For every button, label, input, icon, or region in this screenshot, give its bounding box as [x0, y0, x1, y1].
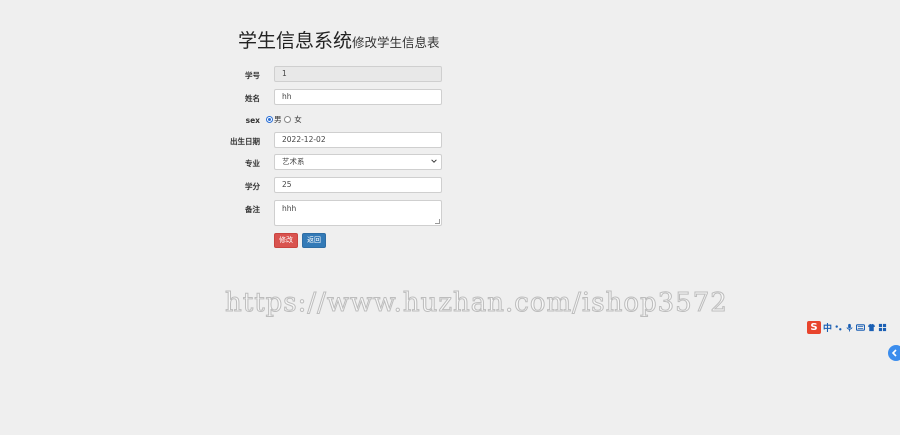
- chevron-left-icon: [891, 349, 897, 357]
- credits-field[interactable]: 25: [274, 177, 442, 193]
- sex-label: sex: [245, 116, 260, 125]
- back-button[interactable]: 返回: [302, 233, 326, 248]
- sex-row: sex 男 女: [200, 112, 460, 128]
- sex-option-male: 男: [274, 115, 282, 124]
- credits-label: 学分: [245, 182, 260, 191]
- student-id-field[interactable]: 1: [274, 66, 442, 82]
- submit-button[interactable]: 修改: [274, 233, 298, 248]
- name-label: 姓名: [245, 94, 260, 103]
- major-label: 专业: [245, 159, 260, 168]
- page-title: 学生信息系统修改学生信息表: [238, 26, 440, 53]
- side-collapse-tab[interactable]: [888, 345, 900, 361]
- sex-radio-male[interactable]: [266, 116, 273, 123]
- remarks-row: 备注 hhh: [200, 200, 460, 226]
- watermark: https://www.huzhan.com/ishop3572: [225, 288, 728, 319]
- major-selected-value: 艺术系: [282, 157, 305, 166]
- name-row: 姓名 hh: [200, 89, 460, 105]
- major-select[interactable]: 艺术系: [274, 154, 442, 170]
- birth-date-label: 出生日期: [230, 137, 260, 146]
- keyboard-icon[interactable]: [856, 323, 866, 332]
- ime-logo-icon[interactable]: S: [807, 320, 821, 334]
- remarks-label: 备注: [245, 205, 260, 214]
- remarks-textarea[interactable]: hhh: [274, 200, 442, 226]
- birth-date-field[interactable]: 2022-12-02: [274, 132, 442, 148]
- skin-icon[interactable]: [867, 323, 876, 332]
- chevron-down-icon: [431, 159, 437, 163]
- name-field[interactable]: hh: [274, 89, 442, 105]
- major-row: 专业 艺术系: [200, 154, 460, 170]
- sex-option-female: 女: [294, 115, 302, 124]
- student-id-row: 学号 1: [200, 66, 460, 82]
- system-title: 学生信息系统: [238, 30, 353, 52]
- sex-radio-female[interactable]: [283, 116, 291, 123]
- student-id-label: 学号: [245, 71, 260, 80]
- toolbox-icon[interactable]: [878, 323, 887, 332]
- credits-row: 学分 25: [200, 177, 460, 193]
- sex-radio-group: 男 女: [266, 114, 302, 125]
- punctuation-icon[interactable]: [834, 323, 843, 332]
- ime-mode-toggle[interactable]: 中: [823, 321, 832, 334]
- ime-toolbar[interactable]: S 中: [807, 320, 892, 334]
- birth-date-row: 出生日期 2022-12-02: [200, 132, 460, 148]
- microphone-icon[interactable]: [845, 323, 854, 332]
- form-subtitle: 修改学生信息表: [352, 35, 440, 50]
